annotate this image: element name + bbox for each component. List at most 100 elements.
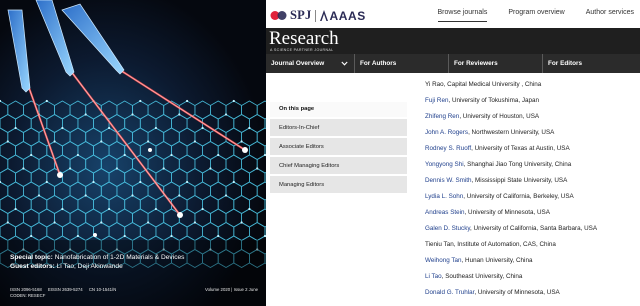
editor-name-link[interactable]: Donald G. Truhlar bbox=[425, 289, 474, 296]
editor-list: Yi Rao, Capital Medical University , Chi… bbox=[425, 81, 637, 306]
editor-affiliation: , University of Tokushima, Japan bbox=[448, 97, 539, 104]
on-this-page-sidebar: On this page Editors-In-Chief Associate … bbox=[270, 102, 407, 193]
editor-name-link[interactable]: Yongyong Shi bbox=[425, 161, 464, 168]
lattice-atom bbox=[224, 194, 228, 197]
lattice-atom bbox=[240, 140, 243, 143]
editor-affiliation: , University of California, Berkeley, US… bbox=[463, 193, 574, 200]
editor-name-link[interactable]: John A. Rogers bbox=[425, 129, 468, 136]
cover-caption: Special topic: Nanofabrication of 1-2D M… bbox=[10, 253, 258, 271]
nav-browse-journals[interactable]: Browse journals bbox=[437, 9, 488, 22]
editor-name-link[interactable]: Lydia L. Sohn bbox=[425, 193, 463, 200]
editor-affiliation: , Hunan University, China bbox=[461, 257, 533, 264]
editor-entry: Zhifeng Ren, University of Houston, USA bbox=[425, 113, 637, 130]
lattice-atom bbox=[263, 153, 266, 157]
publisher-header: SPJ AAAS Browse journals Program overvie… bbox=[266, 0, 640, 28]
guest-editors-text: Li Tao, Deji Akinwande bbox=[56, 263, 123, 270]
special-topic-text: Nanofabrication of 1-2D Materials & Devi… bbox=[54, 254, 185, 261]
tab-label: For Editors bbox=[548, 60, 583, 67]
lattice-atom bbox=[154, 126, 157, 130]
lattice-atom bbox=[14, 126, 17, 130]
tab-label: For Reviewers bbox=[454, 60, 498, 67]
editor-entry: Li Tao, Southeast University, China bbox=[425, 273, 637, 290]
special-topic-line: Special topic: Nanofabrication of 1-2D M… bbox=[10, 253, 258, 262]
on-this-page-heading: On this page bbox=[270, 102, 407, 117]
coden: CODEN: RESECF bbox=[10, 293, 46, 298]
editor-name-link[interactable]: Galen D. Stucky bbox=[425, 225, 470, 232]
lattice-atom bbox=[69, 167, 72, 170]
volume-issue: Volume 2020 | Issue 2 June bbox=[205, 287, 258, 292]
lattice-atom bbox=[45, 99, 48, 103]
editor-entry: Dennis W. Smith, Mississippi State Unive… bbox=[425, 177, 637, 194]
chevron-down-icon bbox=[341, 61, 348, 66]
tab-for-reviewers[interactable]: For Reviewers bbox=[449, 54, 543, 73]
editor-entry: John A. Rogers, Northwestern University,… bbox=[425, 129, 637, 146]
lattice-atom bbox=[123, 234, 126, 238]
aaas-logo-icon bbox=[320, 10, 329, 21]
editor-name-link[interactable]: Li Tao bbox=[425, 273, 442, 280]
lattice-atom bbox=[186, 99, 189, 103]
tab-for-authors[interactable]: For Authors bbox=[355, 54, 449, 73]
tab-journal-overview[interactable]: Journal Overview bbox=[266, 54, 355, 73]
editor-entry: Andreas Stein, University of Minnesota, … bbox=[425, 209, 637, 226]
tab-label: Journal Overview bbox=[271, 60, 325, 67]
lattice-atom bbox=[76, 153, 79, 157]
lattice-atom bbox=[248, 126, 251, 130]
lattice-atom bbox=[248, 207, 251, 211]
lattice-atom bbox=[209, 167, 212, 170]
lattice-atom bbox=[224, 113, 228, 116]
lattice-atom bbox=[6, 140, 9, 143]
editor-name-link[interactable]: Dennis W. Smith bbox=[425, 177, 472, 184]
journal-cover[interactable]: Special topic: Nanofabrication of 1-2D M… bbox=[0, 0, 266, 306]
editor-affiliation: , University of Minnesota, USA bbox=[464, 209, 550, 216]
lattice-atom bbox=[232, 99, 235, 103]
guest-editors-line: Guest editors: Li Tao, Deji Akinwande bbox=[10, 262, 258, 271]
guest-editors-label: Guest editors: bbox=[10, 263, 55, 270]
lattice-atom bbox=[53, 221, 56, 224]
lattice-atom bbox=[178, 194, 181, 197]
editor-affiliation: , Northwestern University, USA bbox=[468, 129, 555, 136]
lattice-atom bbox=[45, 180, 48, 184]
editor-name-link[interactable]: Zhifeng Ren bbox=[425, 113, 459, 120]
editor-entry: Tieniu Tan, Institute of Automation, CAS… bbox=[425, 241, 637, 258]
lattice-atom bbox=[61, 207, 64, 211]
lattice-atom bbox=[186, 180, 189, 184]
editor-entry: Yongyong Shi, Shanghai Jiao Tong Univers… bbox=[425, 161, 637, 178]
lattice-atom bbox=[193, 140, 196, 143]
nav-author-services[interactable]: Author services bbox=[586, 9, 634, 22]
lattice-atom bbox=[108, 207, 111, 211]
publisher-logo[interactable]: SPJ AAAS bbox=[270, 8, 366, 23]
editor-affiliation: , University of Minnesota, USA bbox=[474, 289, 560, 296]
toc-managing-editors[interactable]: Managing Editors bbox=[270, 176, 407, 193]
editor-entry: Lydia L. Sohn, University of California,… bbox=[425, 193, 637, 210]
editor-name-link[interactable]: Fuji Ren bbox=[425, 97, 448, 104]
lattice-atom bbox=[201, 207, 204, 211]
editor-entry: Weihong Tan, Hunan University, China bbox=[425, 257, 637, 274]
lattice-atom bbox=[76, 234, 79, 238]
editor-affiliation: , University of California, Santa Barbar… bbox=[470, 225, 598, 232]
editor-affiliation: , Mississippi State University, USA bbox=[471, 177, 568, 184]
editor-name-link[interactable]: Rodney S. Ruoff bbox=[425, 145, 471, 152]
toc-associate-editors[interactable]: Associate Editors bbox=[270, 138, 407, 155]
lattice-atom bbox=[170, 234, 173, 238]
section-navigation: Journal Overview For Authors For Reviewe… bbox=[266, 54, 640, 73]
lattice-atom bbox=[240, 221, 243, 224]
lattice-atom bbox=[170, 153, 173, 157]
lattice-atom bbox=[108, 126, 111, 130]
lattice-atom bbox=[139, 99, 142, 103]
lattice-atom bbox=[263, 234, 266, 238]
editor-name-link[interactable]: Weihong Tan bbox=[425, 257, 462, 264]
editor-affiliation: , Shanghai Jiao Tong University, China bbox=[463, 161, 572, 168]
editor-entry: Yi Rao, Capital Medical University , Chi… bbox=[425, 81, 637, 98]
tab-for-editors[interactable]: For Editors bbox=[543, 54, 640, 73]
nav-program-overview[interactable]: Program overview bbox=[508, 9, 564, 22]
editor-name-link[interactable]: Andreas Stein bbox=[425, 209, 465, 216]
toc-chief-managing-editors[interactable]: Chief Managing Editors bbox=[270, 157, 407, 174]
lattice-atom bbox=[30, 153, 33, 157]
journal-tagline: A SCIENCE PARTNER JOURNAL bbox=[270, 48, 334, 52]
lattice-atom bbox=[123, 153, 126, 157]
lattice-atom bbox=[100, 221, 103, 224]
lattice-atom bbox=[193, 221, 196, 224]
toc-editors-in-chief[interactable]: Editors-In-Chief bbox=[270, 119, 407, 136]
journal-banner: Research A SCIENCE PARTNER JOURNAL bbox=[266, 28, 640, 54]
journal-title[interactable]: Research bbox=[269, 29, 339, 49]
